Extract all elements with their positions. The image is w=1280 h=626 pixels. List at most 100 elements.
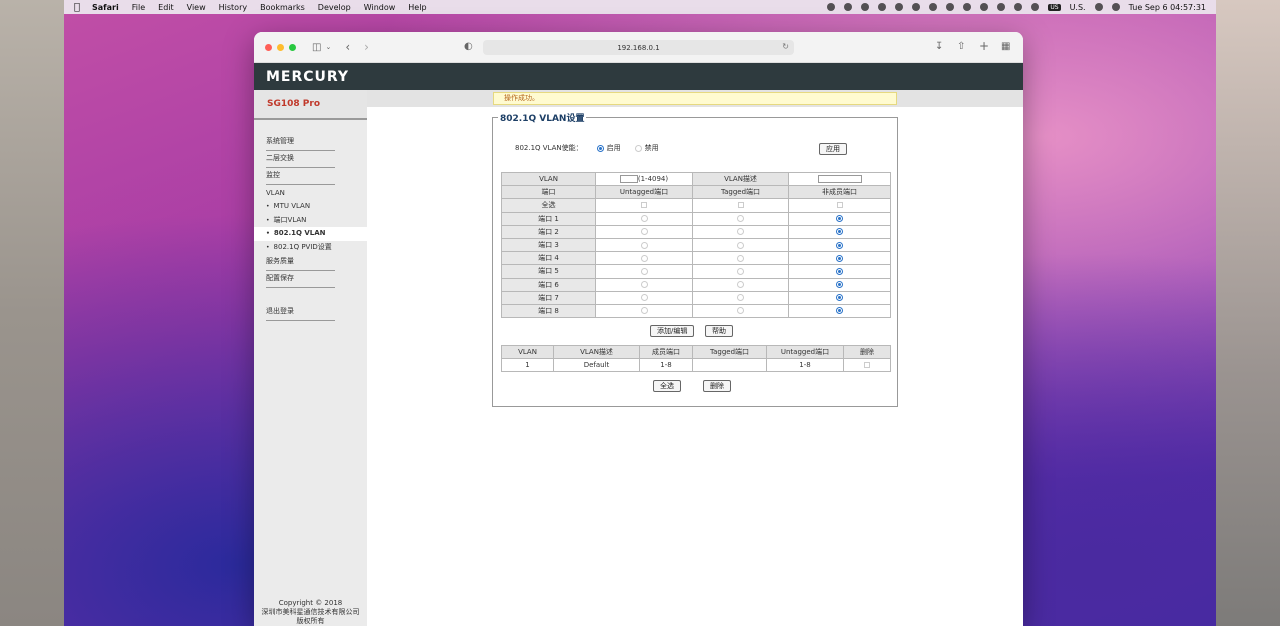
- port-nonmember-radio[interactable]: [836, 241, 843, 249]
- nav-layer2-switching[interactable]: 二层交换: [266, 151, 335, 168]
- nav-monitor[interactable]: 监控: [266, 168, 335, 185]
- cloud-icon[interactable]: [878, 3, 887, 11]
- table-row: 端口 8: [501, 303, 891, 319]
- download-icon[interactable]: ↧: [935, 41, 943, 52]
- battery-icon[interactable]: [1014, 3, 1023, 11]
- nav-8021q-pvid[interactable]: • 802.1Q PVID设置: [254, 241, 367, 255]
- list-untagged: 1-8: [766, 358, 844, 373]
- eye-icon[interactable]: [844, 3, 853, 11]
- port-nonmember-radio[interactable]: [836, 267, 843, 275]
- port-nonmember-radio[interactable]: [836, 294, 843, 302]
- back-icon[interactable]: ‹: [345, 40, 350, 54]
- vlan-range-hint: (1-4094): [637, 175, 669, 184]
- port-untagged-radio[interactable]: [640, 307, 648, 315]
- nav-logout[interactable]: 退出登录: [266, 304, 335, 321]
- cell: [788, 290, 891, 305]
- add-edit-button[interactable]: 添加/编辑: [650, 325, 695, 337]
- menubar-clock[interactable]: Tue Sep 6 04:57:31: [1129, 3, 1206, 12]
- bullet-icon: •: [266, 203, 270, 210]
- port-untagged-radio[interactable]: [640, 254, 648, 262]
- nav-config-save[interactable]: 配置保存: [266, 271, 335, 288]
- port-nonmember-radio[interactable]: [836, 228, 843, 236]
- search-icon[interactable]: [1031, 3, 1040, 11]
- record-icon[interactable]: [827, 3, 836, 11]
- chevron-down-icon[interactable]: ⌄: [325, 43, 331, 51]
- select-all-row: 全选: [501, 198, 891, 213]
- play-icon[interactable]: [929, 3, 938, 11]
- menu-help[interactable]: Help: [408, 3, 426, 12]
- port-untagged-radio[interactable]: [640, 241, 648, 249]
- delete-button[interactable]: 删除: [703, 380, 731, 392]
- pen-icon[interactable]: [861, 3, 870, 11]
- menu-edit[interactable]: Edit: [158, 3, 174, 12]
- nav-vlan[interactable]: VLAN: [266, 187, 335, 200]
- window-controls: [265, 43, 296, 51]
- port-tagged-radio[interactable]: [737, 228, 744, 236]
- nav-mtu-vlan-label: MTU VLAN: [273, 202, 311, 210]
- menu-develop[interactable]: Develop: [318, 3, 351, 12]
- vlan-desc-input[interactable]: [817, 175, 862, 184]
- time-machine-icon[interactable]: [963, 3, 972, 11]
- help-button[interactable]: 帮助: [705, 325, 733, 337]
- nav-system-management[interactable]: 系统管理: [266, 134, 335, 151]
- reload-icon[interactable]: ↻: [782, 42, 789, 51]
- wifi-icon[interactable]: [997, 3, 1006, 11]
- port-untagged-radio[interactable]: [640, 281, 648, 289]
- close-window-button[interactable]: [265, 43, 272, 51]
- nav-8021q-vlan[interactable]: • 802.1Q VLAN: [254, 227, 367, 241]
- moon-icon[interactable]: [895, 3, 904, 11]
- minimize-window-button[interactable]: [277, 43, 284, 51]
- port-tagged-radio[interactable]: [737, 294, 744, 302]
- input-source-label: U.S.: [1069, 2, 1086, 12]
- siri-icon[interactable]: [1111, 3, 1120, 11]
- port-tagged-radio[interactable]: [737, 307, 744, 315]
- port-nonmember-radio[interactable]: [836, 215, 843, 223]
- port-untagged-radio[interactable]: [640, 215, 648, 223]
- privacy-shield-icon[interactable]: ◐: [464, 41, 473, 52]
- select-all-tagged-checkbox[interactable]: [737, 202, 744, 209]
- apple-icon[interactable]: : [74, 2, 80, 13]
- menu-history[interactable]: History: [219, 3, 247, 12]
- select-all-nonmember-checkbox[interactable]: [836, 202, 843, 209]
- success-message-text: 操作成功。: [504, 94, 539, 102]
- port-nonmember-radio[interactable]: [836, 281, 843, 289]
- port-tagged-radio[interactable]: [737, 254, 744, 262]
- port-tagged-radio[interactable]: [737, 241, 744, 249]
- select-all-button[interactable]: 全选: [653, 380, 681, 392]
- control-center-icon[interactable]: [1094, 3, 1103, 11]
- wechat-icon[interactable]: [912, 3, 921, 11]
- menu-window[interactable]: Window: [364, 3, 396, 12]
- zoom-window-button[interactable]: [289, 43, 296, 51]
- port-tagged-radio[interactable]: [737, 281, 744, 289]
- sidebar-toggle-icon[interactable]: ◫: [312, 42, 321, 53]
- headphones-icon[interactable]: [946, 3, 955, 11]
- port-untagged-radio[interactable]: [640, 267, 648, 275]
- vlan-id-input[interactable]: [619, 175, 638, 184]
- menu-app-safari[interactable]: Safari: [92, 3, 119, 12]
- port-tagged-radio[interactable]: [737, 267, 744, 275]
- menu-file[interactable]: File: [132, 3, 145, 12]
- nav-qos[interactable]: 服务质量: [266, 254, 335, 271]
- share-icon[interactable]: ⇧: [957, 41, 965, 52]
- enable-off-radio[interactable]: [634, 144, 642, 152]
- bluetooth-icon[interactable]: [980, 3, 989, 11]
- port-nonmember-radio[interactable]: [836, 307, 843, 315]
- port-untagged-radio[interactable]: [640, 228, 648, 236]
- enable-on-radio[interactable]: [596, 144, 604, 152]
- delete-row-checkbox[interactable]: [864, 362, 870, 369]
- nav-port-vlan[interactable]: • 端口VLAN: [254, 214, 367, 228]
- menu-bookmarks[interactable]: Bookmarks: [260, 3, 305, 12]
- port-nonmember-radio[interactable]: [836, 254, 843, 262]
- select-all-untagged-checkbox[interactable]: [641, 202, 647, 209]
- tab-overview-icon[interactable]: ▦: [1001, 41, 1010, 52]
- port-untagged-radio[interactable]: [640, 294, 648, 302]
- menu-view[interactable]: View: [187, 3, 206, 12]
- input-source-badge[interactable]: US: [1048, 3, 1061, 11]
- address-bar[interactable]: 192.168.0.1 ↻: [483, 40, 794, 55]
- port-tagged-radio[interactable]: [737, 215, 744, 223]
- nav-mtu-vlan[interactable]: • MTU VLAN: [254, 200, 367, 214]
- new-tab-icon[interactable]: +: [979, 39, 989, 53]
- apply-button[interactable]: 应用: [819, 143, 847, 155]
- tagged-col-header: Tagged端口: [692, 185, 789, 200]
- forward-icon[interactable]: ›: [364, 40, 369, 54]
